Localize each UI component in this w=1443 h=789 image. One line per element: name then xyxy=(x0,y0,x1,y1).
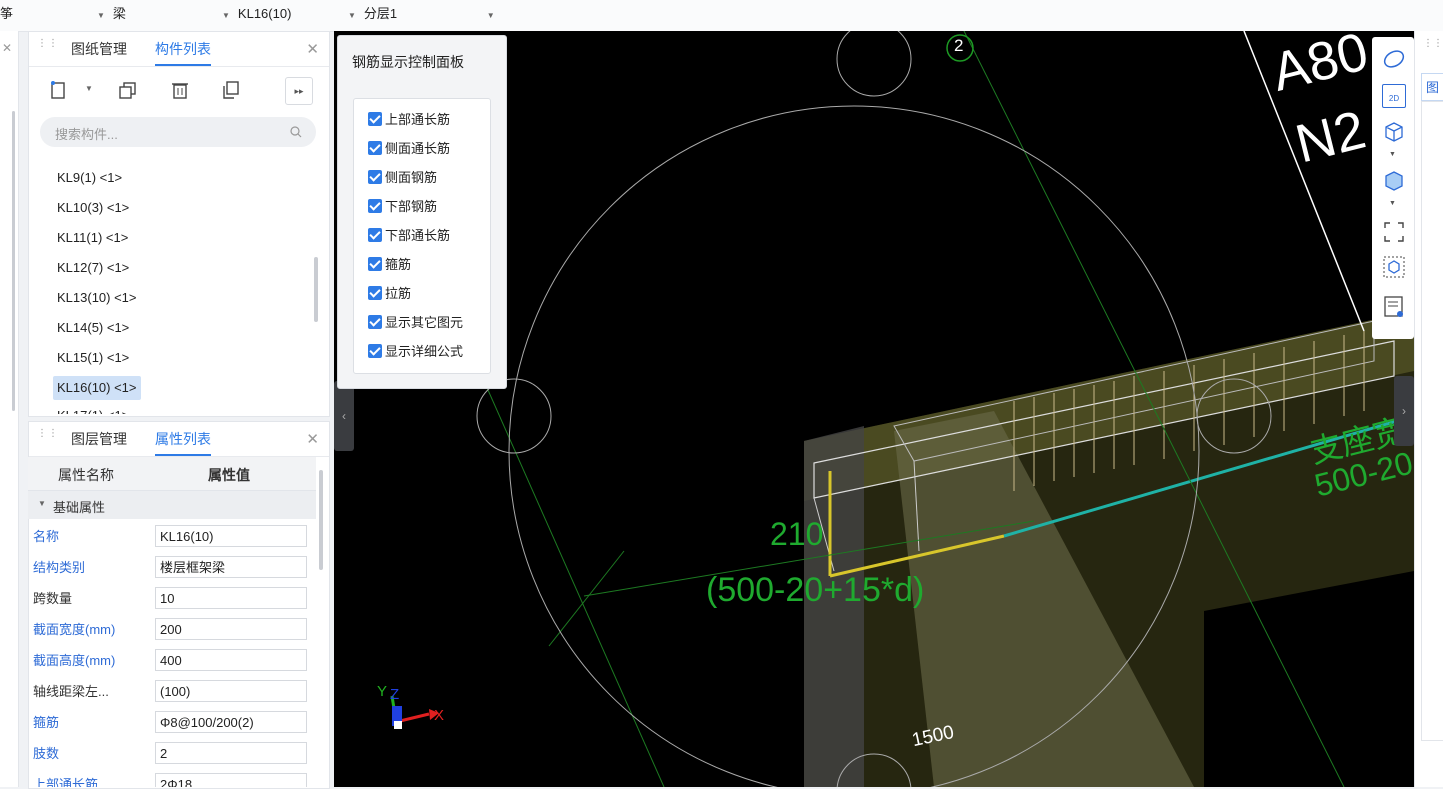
3d-box-icon[interactable] xyxy=(1382,119,1406,143)
layer-value: 分层1 xyxy=(363,6,398,21)
property-name: 箍筋 xyxy=(33,715,60,730)
checkbox-show-other-elements[interactable]: 显示其它图元 xyxy=(368,313,463,333)
rebar-display-control-panel: 钢筋显示控制面板 上部通长筋 侧面通长筋 侧面钢筋 下部钢筋 下部通长筋 箍筋 … xyxy=(337,35,507,389)
checkbox-tie-bar[interactable]: 拉筋 xyxy=(368,284,411,304)
property-value-field[interactable]: 200 xyxy=(155,618,307,640)
axis-z-label: Z xyxy=(390,686,400,703)
checkbox-bottom-continuous-rebar[interactable]: 下部通长筋 xyxy=(368,226,450,246)
dimension-formula: (500-20+15*d) xyxy=(706,571,925,609)
chevron-down-icon: ▼ xyxy=(348,11,356,20)
checkbox-checked-icon xyxy=(368,141,382,155)
fit-view-icon[interactable] xyxy=(1382,220,1406,244)
property-name: 截面高度(mm) xyxy=(33,653,116,668)
rebar-options-box: 上部通长筋 侧面通长筋 侧面钢筋 下部钢筋 下部通长筋 箍筋 拉筋 显示其它图元… xyxy=(353,98,491,374)
property-row[interactable]: 跨数量 10 xyxy=(28,583,318,614)
scrollbar[interactable] xyxy=(319,470,323,570)
checkbox-checked-icon xyxy=(368,257,382,271)
property-value-field[interactable]: 10 xyxy=(155,587,307,609)
property-row[interactable]: 结构类别 楼层框架梁 xyxy=(28,552,318,583)
property-name: 名称 xyxy=(33,529,60,544)
option-label: 侧面钢筋 xyxy=(385,170,438,185)
checkbox-stirrup[interactable]: 箍筋 xyxy=(368,255,411,275)
2d-view-icon[interactable]: 2D xyxy=(1382,84,1406,108)
drag-handle-icon[interactable]: ⋮⋮ xyxy=(1423,39,1443,49)
checkbox-checked-icon xyxy=(368,315,382,329)
checkbox-checked-icon xyxy=(368,199,382,213)
property-value-field[interactable]: KL16(10) xyxy=(155,525,307,547)
property-value-field[interactable]: 2 xyxy=(155,742,307,764)
axis-marker-label: 2 xyxy=(954,36,964,55)
checkbox-checked-icon xyxy=(368,112,382,126)
property-row[interactable]: 轴线距梁左... (100) xyxy=(28,676,318,707)
element-view-icon[interactable] xyxy=(1382,255,1406,279)
option-label: 显示详细公式 xyxy=(385,344,464,359)
option-label: 显示其它图元 xyxy=(385,315,464,330)
chevron-down-icon[interactable]: ▼ xyxy=(1389,200,1396,207)
checkbox-checked-icon xyxy=(368,228,382,242)
property-name: 跨数量 xyxy=(33,591,73,606)
checkbox-checked-icon xyxy=(368,344,382,358)
panel-title: 钢筋显示控制面板 xyxy=(352,54,464,70)
property-row[interactable]: 肢数 2 xyxy=(28,738,318,769)
option-label: 侧面通长筋 xyxy=(385,141,451,156)
property-value-field[interactable]: 楼层框架梁 xyxy=(155,556,307,578)
checkbox-bottom-rebar[interactable]: 下部钢筋 xyxy=(368,197,437,217)
property-row[interactable]: 截面宽度(mm) 200 xyxy=(28,614,318,645)
collapse-left-button[interactable]: ‹ xyxy=(334,381,354,451)
layer-dropdown[interactable]: ▼ 分层1 ▼ xyxy=(348,0,503,31)
right-panel-content xyxy=(1421,101,1443,741)
checkbox-checked-icon xyxy=(368,286,382,300)
option-label: 拉筋 xyxy=(385,286,412,301)
property-name: 上部通长筋 xyxy=(33,777,99,787)
checkbox-top-continuous-rebar[interactable]: 上部通长筋 xyxy=(368,110,450,130)
3d-solid-box-icon[interactable] xyxy=(1382,168,1406,192)
option-label: 下部钢筋 xyxy=(385,199,438,214)
chevron-down-icon[interactable]: ▼ xyxy=(1389,151,1396,158)
property-name: 肢数 xyxy=(33,746,60,761)
collapse-right-button[interactable]: › xyxy=(1394,376,1414,446)
property-value-field[interactable]: 2Φ18 xyxy=(155,773,307,787)
axis-y-label: Y xyxy=(377,683,388,700)
property-row[interactable]: 截面高度(mm) 400 xyxy=(28,645,318,676)
orbit-icon[interactable] xyxy=(1382,47,1406,71)
view-toolbar: 2D ▼ ▼ xyxy=(1372,37,1414,339)
checkbox-side-rebar[interactable]: 侧面钢筋 xyxy=(368,168,437,188)
property-row[interactable]: 上部通长筋 2Φ18 xyxy=(28,769,318,787)
checkbox-show-detailed-formula[interactable]: 显示详细公式 xyxy=(368,342,463,362)
chevron-down-icon: ▼ xyxy=(486,11,495,20)
checkbox-side-continuous-rebar[interactable]: 侧面通长筋 xyxy=(368,139,450,159)
right-side-panel: ⋮⋮ 图 xyxy=(1414,31,1443,787)
option-label: 上部通长筋 xyxy=(385,112,451,127)
axis-x-label: X xyxy=(434,707,445,724)
dimension-value: 210 xyxy=(770,516,824,552)
property-value-field[interactable]: Φ8@100/200(2) xyxy=(155,711,307,733)
property-value-field[interactable]: 400 xyxy=(155,649,307,671)
property-name: 截面宽度(mm) xyxy=(33,622,116,637)
option-label: 下部通长筋 xyxy=(385,228,451,243)
display-settings-icon[interactable] xyxy=(1382,295,1406,319)
property-value-field[interactable]: (100) xyxy=(155,680,307,702)
property-name: 结构类别 xyxy=(33,560,86,575)
property-row[interactable]: 名称 KL16(10) xyxy=(28,521,318,552)
option-label: 箍筋 xyxy=(385,257,412,272)
property-name: 轴线距梁左... xyxy=(33,684,109,699)
property-row[interactable]: 箍筋 Φ8@100/200(2) xyxy=(28,707,318,738)
tab-drawing[interactable]: 图 xyxy=(1421,73,1443,101)
checkbox-checked-icon xyxy=(368,170,382,184)
property-rows: 名称 KL16(10) 结构类别 楼层框架梁跨数量 10 截面宽度(mm) 200 截面高度(… xyxy=(0,0,330,787)
